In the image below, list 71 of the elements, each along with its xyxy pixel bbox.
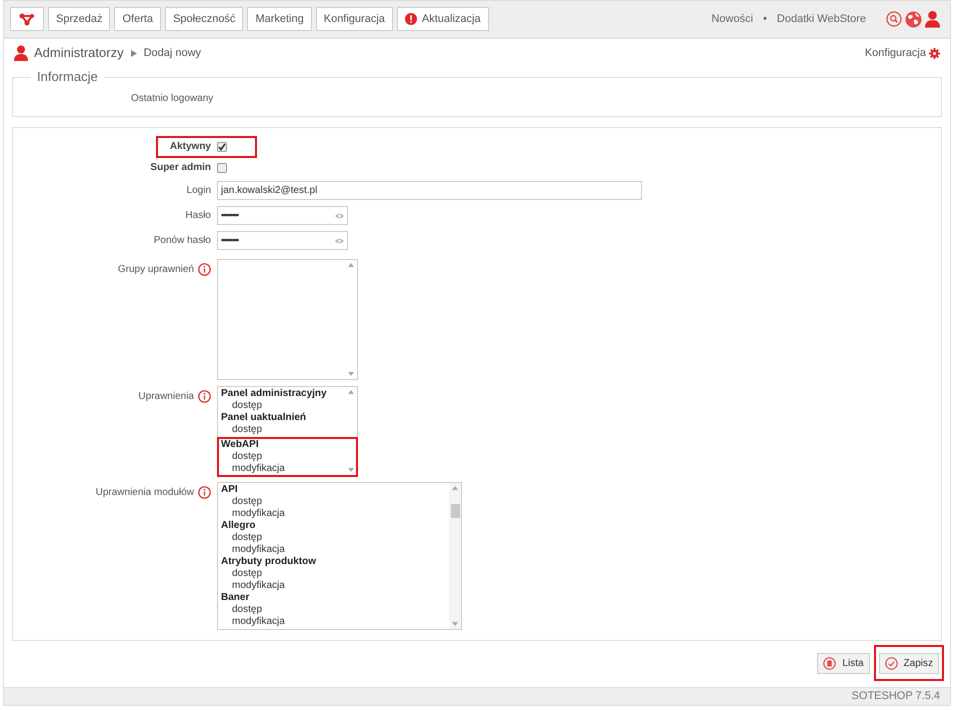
list-option[interactable]: dostęp xyxy=(221,451,356,463)
settings-link[interactable]: Konfiguracja xyxy=(864,44,940,62)
field-label: Ostatnio logowany xyxy=(131,92,214,106)
user-icon xyxy=(925,10,940,28)
list-option[interactable]: dostęp xyxy=(221,496,449,508)
group-title: Allegro xyxy=(221,520,256,532)
list-option[interactable]: dostęp xyxy=(221,604,449,616)
user-icon xyxy=(14,45,28,61)
group-title: WebAPI xyxy=(221,439,260,451)
eye-icon xyxy=(335,238,344,244)
nav-tab[interactable]: Konfiguracja xyxy=(316,7,393,31)
list-option[interactable]: modyfikacja xyxy=(221,616,449,628)
globe-icon xyxy=(905,10,922,28)
logo-button[interactable] xyxy=(10,7,44,31)
checkbox[interactable] xyxy=(217,162,227,172)
scroll-down-icon xyxy=(348,372,354,376)
list-button[interactable]: Lista xyxy=(817,652,870,674)
group-title: Atrybuty produktow xyxy=(221,556,317,568)
group-title: Panel administracyjny xyxy=(221,388,328,400)
list-box[interactable]: API dostęp modyfikacja Allegro dostęp modyfikacja Atrybuty produktow dostęp modyfikacja Baner dostęp modyfikacja xyxy=(217,482,462,630)
group-title: API xyxy=(221,484,239,496)
scroll-up-icon xyxy=(348,263,354,267)
nav-tab[interactable]: Marketing xyxy=(247,7,312,31)
settings-icon xyxy=(929,48,940,58)
save-button[interactable]: Zapisz xyxy=(878,652,939,674)
scroll-up-icon xyxy=(452,486,458,490)
list-option[interactable]: modyfikacja xyxy=(221,463,356,475)
password-field[interactable]: •••••••• xyxy=(217,206,348,225)
list-option[interactable]: dostęp xyxy=(221,568,449,580)
list-box[interactable]: Panel administracyjny dostęp Panel uaktualnień dostęp WebAPI dostęp modyfikacja xyxy=(217,386,358,476)
scroll-down-icon xyxy=(452,622,458,626)
version-label: SOTESHOP 7.5.4 xyxy=(852,689,940,704)
nav-tab[interactable]: Społeczność xyxy=(165,7,244,31)
field-label: Login xyxy=(186,184,211,198)
list-box[interactable] xyxy=(217,259,358,380)
scrollbar-thumb[interactable] xyxy=(450,504,460,518)
field-label: Aktywny xyxy=(170,140,211,154)
breadcrumb-current: Dodaj nowy xyxy=(144,46,202,61)
nav-link[interactable]: Dodatki WebStore xyxy=(776,10,866,28)
arrow-icon xyxy=(130,50,137,56)
field-label: Uprawnienia xyxy=(138,390,194,404)
scroll-up-icon xyxy=(348,390,354,394)
section-legend: Informacje xyxy=(31,70,104,84)
list-icon xyxy=(823,656,836,670)
list-option[interactable]: dostęp xyxy=(221,400,345,412)
field-label: Grupy uprawnień xyxy=(118,263,194,277)
nav-tab[interactable]: Oferta xyxy=(114,7,162,31)
nav-link[interactable]: Nowości xyxy=(711,10,754,28)
list-option[interactable]: modyfikacja xyxy=(221,580,449,592)
field-label: Uprawnienia modułów xyxy=(96,486,194,500)
list-option[interactable]: dostęp xyxy=(221,532,449,544)
breadcrumb-link[interactable]: Administratorzy xyxy=(34,43,124,63)
nav-tab[interactable]: Aktualizacja xyxy=(396,7,489,31)
network-icon xyxy=(19,12,35,26)
search-icon xyxy=(886,11,902,27)
nav-tab[interactable]: Sprzedaż xyxy=(48,7,110,31)
group-title: Baner xyxy=(221,592,250,604)
list-option[interactable]: modyfikacja xyxy=(221,544,449,556)
field-label: Ponów hasło xyxy=(154,234,211,248)
check-icon xyxy=(884,656,898,670)
password-field[interactable]: •••••••• xyxy=(217,231,348,250)
list-option[interactable]: dostęp xyxy=(221,424,345,436)
scroll-down-icon xyxy=(348,468,354,472)
eye-icon xyxy=(335,212,344,218)
field-label: Hasło xyxy=(185,209,211,223)
input-field[interactable]: jan.kowalski2@test.pl xyxy=(217,181,642,200)
group-title: Panel uaktualnień xyxy=(221,412,308,424)
field-label: Super admin xyxy=(150,161,211,175)
separator-dot: • xyxy=(762,12,768,27)
list-option[interactable]: modyfikacja xyxy=(221,508,449,520)
checkbox[interactable] xyxy=(217,142,227,152)
